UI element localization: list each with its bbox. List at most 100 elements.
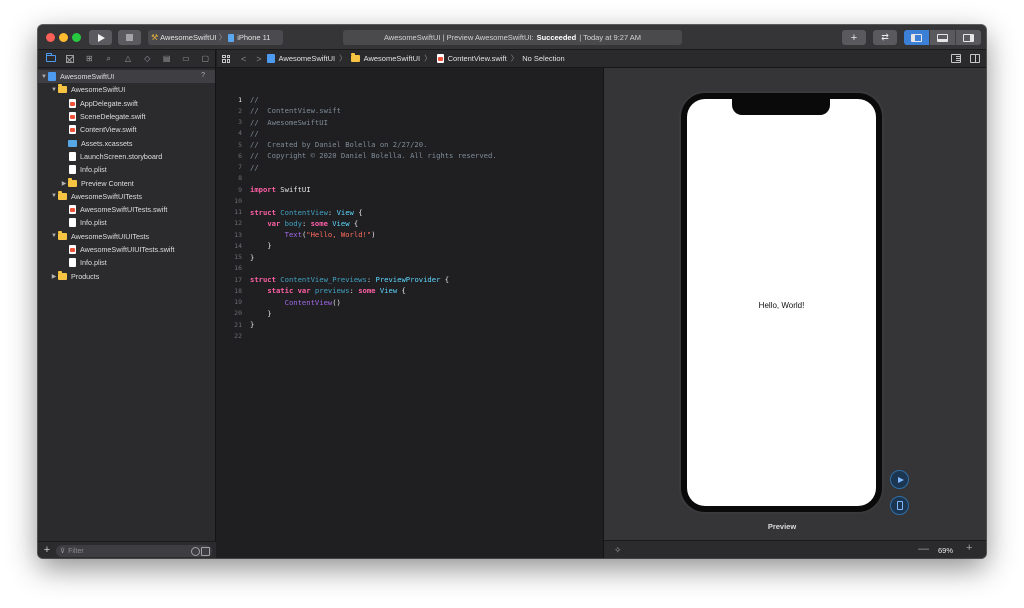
symbol-navigator-tab[interactable]: ⊞ (80, 50, 99, 68)
device-screen[interactable]: Hello, World! (687, 99, 876, 506)
tree-item[interactable]: ▼ AwesomeSwiftUITests (38, 190, 215, 203)
find-navigator-tab[interactable]: ⌕ (99, 50, 118, 68)
code-line[interactable]: 16 (217, 263, 602, 274)
tree-item[interactable]: Info.plist (38, 163, 215, 176)
tree-item[interactable]: ContentView.swift (38, 123, 215, 136)
code-line[interactable]: 12 var body: some View { (217, 218, 602, 229)
zoom-window-button[interactable] (72, 33, 81, 42)
code-line[interactable]: 22 (217, 330, 602, 341)
pin-icon[interactable]: ✧ (614, 545, 622, 556)
tree-item-label: LaunchScreen.storyboard (80, 151, 163, 161)
preview-on-device-button[interactable] (890, 496, 909, 515)
report-navigator-tab[interactable]: ▢ (196, 50, 215, 68)
zoom-in-button[interactable]: + (966, 542, 972, 554)
device-frame: Hello, World! (679, 91, 884, 514)
live-preview-button[interactable] (890, 470, 909, 489)
stop-button[interactable] (118, 30, 141, 45)
breakpoint-navigator-tab[interactable]: ▭ (176, 50, 195, 68)
recent-files-icon[interactable] (191, 546, 200, 556)
filter-input[interactable]: ⊽ Filter (56, 545, 212, 557)
related-items-icon[interactable] (222, 54, 230, 63)
source-control-navigator-tab[interactable] (60, 50, 79, 68)
tree-item[interactable]: LaunchScreen.storyboard (38, 150, 215, 163)
breadcrumb-item[interactable]: AwesomeSwiftUI (266, 54, 335, 63)
tree-item-label: Info.plist (80, 165, 107, 175)
folder-icon (58, 84, 67, 94)
tree-item[interactable]: ▶ Preview Content (38, 176, 215, 189)
code-line[interactable]: 5 // Created by Daniel Bolella on 2/27/20… (217, 139, 602, 150)
code-line[interactable]: 4 // (217, 128, 602, 139)
code-line[interactable]: 18 static var previews: some View { (217, 285, 602, 296)
disclosure-triangle-icon[interactable]: ▼ (50, 233, 58, 239)
code-line[interactable]: 14 } (217, 240, 602, 251)
source-control-filter-icon[interactable] (201, 546, 210, 556)
code-line[interactable]: 7 // (217, 162, 602, 173)
code-line[interactable]: 17 struct ContentView_Previews: PreviewPr… (217, 274, 602, 285)
line-number: 10 (234, 196, 242, 205)
code-line[interactable]: 1 // (217, 94, 602, 105)
tree-item[interactable]: SceneDelegate.swift (38, 110, 215, 123)
code-line[interactable]: 19 ContentView() (217, 297, 602, 308)
scheme-selector[interactable]: ⚒ AwesomeSwiftUI 〉 iPhone 11 (148, 30, 283, 45)
code-token: // Created by Daniel Bolella on 2/27/20. (250, 140, 428, 150)
tree-item[interactable]: Info.plist (38, 216, 215, 229)
debug-navigator-tab[interactable]: ▤ (157, 50, 176, 68)
code-line[interactable]: 13 Text("Hello, World!") (217, 229, 602, 240)
issue-navigator-tab[interactable]: △ (118, 50, 137, 68)
add-file-button[interactable]: + (38, 544, 56, 556)
project-navigator-tab[interactable] (41, 50, 60, 68)
file-tree: ▼ AwesomeSwiftUI? ▼ AwesomeSwiftUI AppDelega… (38, 68, 215, 283)
tree-item[interactable]: AppDelegate.swift (38, 97, 215, 110)
disclosure-triangle-icon[interactable]: ▼ (40, 74, 48, 80)
device-name[interactable]: iPhone 11 (237, 33, 270, 42)
split-editor-icon[interactable] (970, 54, 980, 63)
disclosure-triangle-icon[interactable]: ▶ (50, 273, 58, 280)
code-line[interactable]: 15} (217, 252, 602, 263)
asset-catalog-icon (68, 139, 77, 147)
forward-button[interactable]: > (256, 54, 261, 64)
tree-item[interactable]: ▼ AwesomeSwiftUI? (38, 70, 215, 84)
code-line[interactable]: 20 } (217, 308, 602, 319)
disclosure-triangle-icon[interactable]: ▼ (50, 193, 58, 199)
toggle-inspector-button[interactable] (956, 30, 981, 45)
tree-item[interactable]: AwesomeSwiftUIUITests.swift (38, 243, 215, 256)
test-navigator-tab[interactable]: ◇ (138, 50, 157, 68)
iphone-icon (228, 33, 235, 42)
tree-item[interactable]: Assets.xcassets (38, 136, 215, 149)
code-review-button[interactable]: ⇄ (873, 30, 897, 45)
zoom-level[interactable]: 69% (938, 546, 953, 555)
code-content: // ContentView.swift (242, 106, 341, 115)
minimize-window-button[interactable] (59, 33, 68, 42)
library-button[interactable]: + (842, 30, 866, 45)
close-window-button[interactable] (46, 33, 55, 42)
breadcrumb-item[interactable]: ContentView.swift (436, 54, 507, 63)
run-button[interactable] (89, 30, 112, 45)
code-line[interactable]: 6 // Copyright © 2020 Daniel Bolella. All… (217, 150, 602, 161)
code-line[interactable]: 21} (217, 319, 602, 330)
code-line[interactable]: 11 struct ContentView: View { (217, 207, 602, 218)
code-text-area[interactable]: 1 // 2 // ContentView.swift 3 // AwesomeSwift… (217, 94, 602, 342)
code-line[interactable]: 8 (217, 173, 602, 184)
zoom-out-button[interactable]: — (918, 543, 929, 555)
disclosure-triangle-icon[interactable]: ▶ (60, 180, 68, 187)
back-button[interactable]: < (241, 54, 246, 64)
breadcrumb-item[interactable]: No Selection (522, 54, 565, 63)
tree-item[interactable]: ▼ AwesomeSwiftUIUITests (38, 230, 215, 243)
code-line[interactable]: 10 (217, 195, 602, 206)
tree-item[interactable]: ▼ AwesomeSwiftUI (38, 83, 215, 96)
code-line[interactable]: 3 // AwesomeSwiftUI (217, 117, 602, 128)
disclosure-triangle-icon[interactable]: ▼ (50, 87, 58, 93)
line-number: 21 (234, 320, 242, 329)
toggle-navigator-button[interactable] (904, 30, 930, 45)
toggle-debug-area-button[interactable] (930, 30, 956, 45)
editor-options-icon[interactable] (951, 54, 961, 63)
breakpoint-icon: ▭ (182, 54, 190, 63)
tree-item[interactable]: ▶ Products (38, 269, 215, 282)
code-line[interactable]: 2 // ContentView.swift (217, 105, 602, 116)
breadcrumb-item[interactable]: AwesomeSwiftUI (350, 53, 420, 63)
tree-item[interactable]: Info.plist (38, 256, 215, 269)
tree-item[interactable]: AwesomeSwiftUITests.swift (38, 203, 215, 216)
line-number: 8 (238, 174, 242, 183)
code-line[interactable]: 9 import SwiftUI (217, 184, 602, 195)
